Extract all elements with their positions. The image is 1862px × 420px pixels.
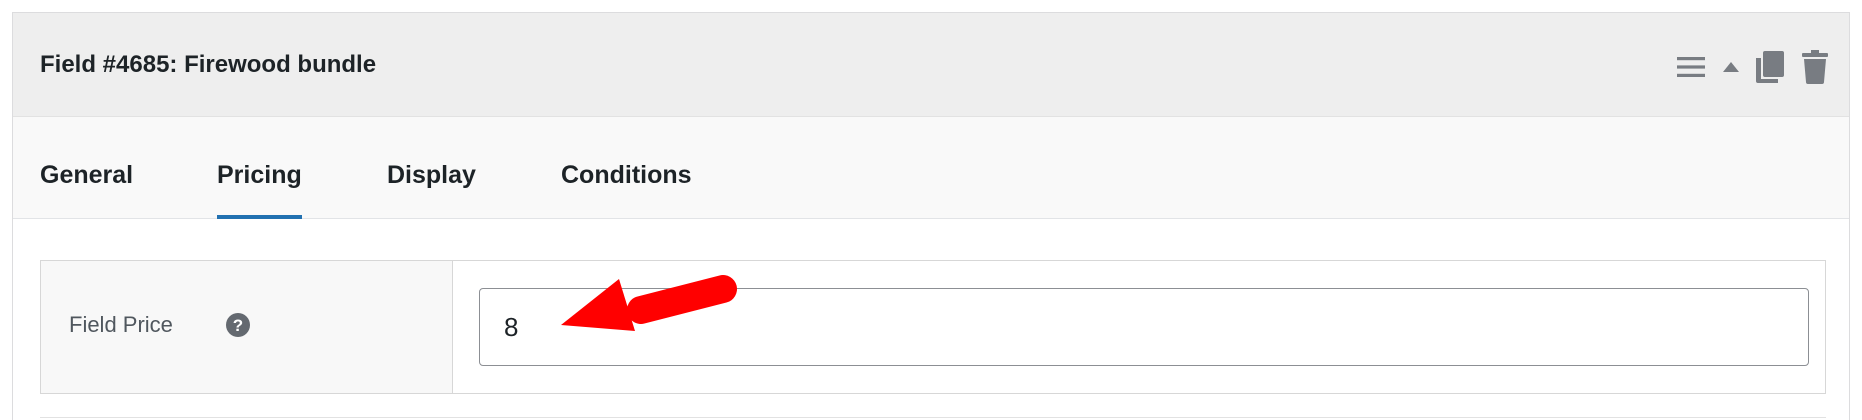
tab-bar: General Pricing Display Conditions	[13, 117, 1849, 219]
row-divider	[40, 417, 1826, 418]
svg-text:?: ?	[233, 316, 243, 335]
field-price-input-cell	[453, 261, 1825, 393]
field-panel: Field #4685: Firewood bundle General Pri…	[12, 12, 1850, 420]
field-price-label-cell: Field Price ?	[41, 261, 453, 393]
tab-general[interactable]: General	[40, 117, 133, 219]
tab-conditions[interactable]: Conditions	[561, 117, 692, 219]
reorder-handle-icon[interactable]	[1673, 49, 1709, 85]
field-header[interactable]: Field #4685: Firewood bundle	[13, 13, 1849, 117]
field-title: Field #4685: Firewood bundle	[40, 51, 377, 78]
delete-trash-icon[interactable]	[1801, 49, 1829, 85]
field-price-input[interactable]	[479, 288, 1809, 366]
collapse-toggle-icon[interactable]	[1719, 49, 1743, 85]
field-price-row: Field Price ?	[40, 260, 1826, 394]
question-circle-icon[interactable]: ?	[226, 313, 250, 337]
duplicate-icon[interactable]	[1755, 49, 1785, 85]
tab-pricing[interactable]: Pricing	[217, 117, 302, 219]
tab-display[interactable]: Display	[387, 117, 476, 219]
header-actions	[1673, 49, 1829, 85]
field-price-label: Field Price	[69, 312, 173, 337]
